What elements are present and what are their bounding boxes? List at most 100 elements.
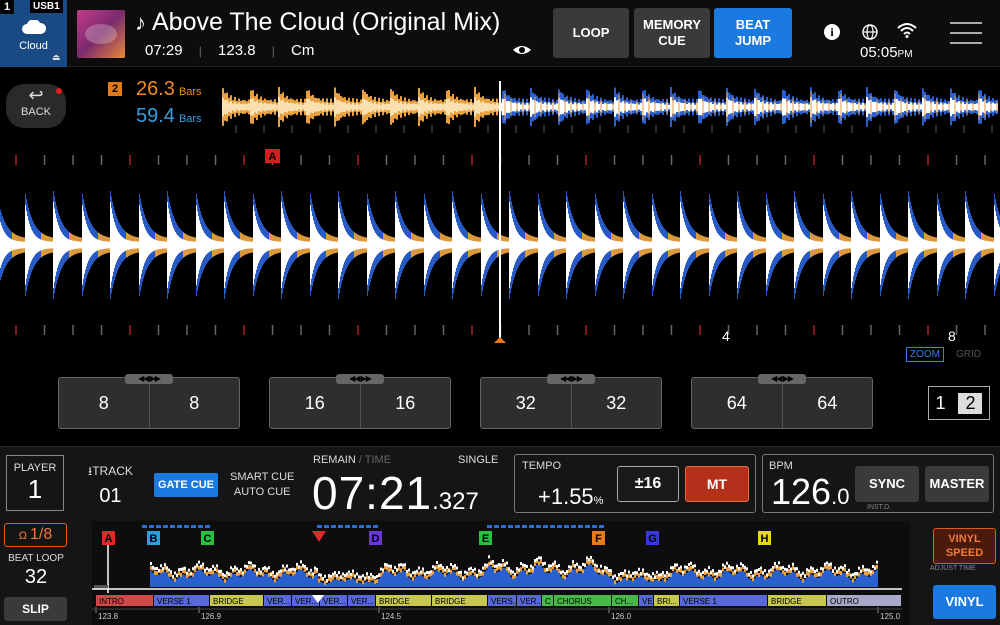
eye-icon[interactable] xyxy=(512,44,532,56)
track-label: ⭳TRACK xyxy=(88,462,133,483)
clock-time: 05:05 xyxy=(860,44,898,61)
info-icon[interactable]: i xyxy=(824,24,840,40)
beat-loop-button[interactable]: Ω 1/8 xyxy=(4,523,67,547)
source-tag: USB1 xyxy=(30,0,63,13)
overview-cue-label: D xyxy=(372,533,380,545)
overview-cue-label: G xyxy=(648,533,657,545)
loop-slot-badge: 2 xyxy=(108,82,122,96)
track-indicator: ⭳TRACK 01 xyxy=(88,462,133,508)
jump-direction-icon: ◀◀ ▶▶ xyxy=(336,374,384,384)
jump-direction-icon: ◀◀ ▶▶ xyxy=(758,374,806,384)
grid-toggle[interactable]: GRID xyxy=(956,349,981,360)
beat-jump-pad-3[interactable]: ◀◀ ▶▶ 32 32 xyxy=(480,374,662,429)
tempo-label: TEMPO xyxy=(522,460,562,472)
beat-jump-back[interactable]: 8 xyxy=(59,378,149,428)
top-bar: 1 USB1 Cloud ⏏ ♪ Above The Cloud (Origina… xyxy=(0,0,1000,67)
beat-jump-back[interactable]: 64 xyxy=(692,378,782,428)
time-mode-toggle[interactable]: REMAIN / TIME xyxy=(313,454,391,466)
bpm-marker-label: 123.8 xyxy=(98,612,119,621)
menu-icon[interactable] xyxy=(950,22,982,44)
beat-jump-pad-4[interactable]: ◀◀ ▶▶ 64 64 xyxy=(691,374,873,429)
cue-mode-info: SMART CUE AUTO CUE xyxy=(230,470,294,500)
beat-jump-pad-1[interactable]: ◀◀ ▶▶ 8 8 xyxy=(58,374,240,429)
source-selector[interactable]: 1 USB1 Cloud ⏏ xyxy=(0,0,67,67)
jump-direction-icon: ◀◀ ▶▶ xyxy=(547,374,595,384)
beat-counter-4: 4 xyxy=(722,328,730,344)
phrase-label: INTRO xyxy=(99,597,124,606)
jump-direction-icon: ◀◀ ▶▶ xyxy=(125,374,173,384)
beat-jump-forward[interactable]: 8 xyxy=(148,378,240,428)
tempo-unit: % xyxy=(593,495,604,507)
phrase-label: CH... xyxy=(615,597,633,606)
sync-button[interactable]: SYNC xyxy=(855,466,919,502)
bpm-value: 126.0 xyxy=(771,471,849,513)
back-button[interactable]: ↩ BACK xyxy=(6,84,66,128)
vinyl-button[interactable]: VINYL xyxy=(933,585,996,619)
phrase-label: C xyxy=(545,597,551,606)
separator: | xyxy=(198,44,202,58)
overview-cue-label: E xyxy=(482,533,489,545)
music-note-icon: ♪ xyxy=(135,10,146,35)
gate-cue-button[interactable]: GATE CUE xyxy=(154,473,218,497)
pad-page-2[interactable]: 2 xyxy=(958,392,983,414)
separator: | xyxy=(271,44,275,58)
track-key: Cm xyxy=(291,42,315,59)
master-tempo-button[interactable]: MT xyxy=(685,466,749,502)
bpm-decimal: .0 xyxy=(831,484,850,509)
beat-jump-forward[interactable]: 64 xyxy=(781,378,873,428)
vinyl-speed-button[interactable]: VINYL SPEED xyxy=(933,528,996,564)
pad-page-selector[interactable]: 1 2 xyxy=(928,386,990,420)
beat-counter-8: 8 xyxy=(948,328,956,344)
beat-jump-button[interactable]: BEAT JUMP xyxy=(714,8,792,58)
zoom-toggle[interactable]: ZOOM xyxy=(906,347,944,362)
master-button[interactable]: MASTER xyxy=(925,466,989,502)
play-mode-label: SINGLE xyxy=(458,454,499,466)
pad-page-1[interactable]: 1 xyxy=(935,393,945,414)
phrase-label: VE xyxy=(642,597,653,606)
bars-unit: Bars xyxy=(178,113,202,125)
album-art xyxy=(77,10,125,58)
beat-jump-forward[interactable]: 16 xyxy=(359,378,451,428)
bpm-marker-label: 125.0 xyxy=(880,612,901,621)
source-label: Cloud xyxy=(19,40,48,52)
bpm-marker-label: 126.0 xyxy=(611,612,632,621)
auto-cue-label: AUTO CUE xyxy=(233,486,291,498)
wifi-icon xyxy=(897,23,917,38)
memory-cue-button[interactable]: MEMORY CUE xyxy=(634,8,710,58)
clock: 05:05PM xyxy=(860,44,913,61)
beat-loop-value: 1/8 xyxy=(30,526,53,543)
eject-icon[interactable]: ⏏ xyxy=(52,52,61,63)
globe-icon[interactable] xyxy=(862,24,878,40)
tempo-panel: TEMPO +1.55% ±16 MT xyxy=(514,454,756,513)
beat-loop-count: 32 xyxy=(24,566,48,588)
beat-jump-forward[interactable]: 32 xyxy=(570,378,662,428)
track-label-text: TRACK xyxy=(92,464,133,478)
track-overview[interactable]: ABCDEFGH INTRO VERSE 1 BRIDGE VER... VER... V… xyxy=(92,521,910,625)
track-bpm: 123.8 xyxy=(218,42,256,59)
tempo-range-button[interactable]: ±16 xyxy=(617,466,679,502)
bpm-panel: BPM 126.0 SYNC INST.D. MASTER xyxy=(762,454,994,513)
time-main: 07:21 xyxy=(312,467,433,519)
player-value: 1 xyxy=(27,474,43,504)
beat-jump-back[interactable]: 16 xyxy=(270,378,360,428)
bars-blue: 59.4 Bars xyxy=(136,105,202,128)
bpm-marker-label: 126.9 xyxy=(201,612,222,621)
adjust-time-label: ADJUST TIME xyxy=(930,565,976,572)
overview-cue-label: H xyxy=(761,533,769,545)
phrase-label: BRIDGE xyxy=(213,597,244,606)
phrase-label: BRI... xyxy=(657,597,677,606)
bars-orange: 26.3 Bars xyxy=(136,78,202,101)
overview-cue-label: A xyxy=(105,533,113,545)
loop-icon: Ω xyxy=(18,530,31,542)
beat-jump-back[interactable]: 32 xyxy=(481,378,571,428)
playhead-marker xyxy=(494,337,506,343)
phrase-label: VER... xyxy=(323,597,346,606)
beat-jump-pad-2[interactable]: ◀◀ ▶▶ 16 16 xyxy=(269,374,451,429)
loop-button[interactable]: LOOP xyxy=(553,8,629,58)
phrase-label: CHORUS xyxy=(557,597,592,606)
bpm-integer: 126 xyxy=(771,471,832,512)
slip-button[interactable]: SLIP xyxy=(4,597,67,621)
track-title: ♪ Above The Cloud (Original Mix) xyxy=(135,8,500,37)
phrase-label: VER... xyxy=(267,597,290,606)
bars-blue-value: 59.4 xyxy=(136,105,175,127)
